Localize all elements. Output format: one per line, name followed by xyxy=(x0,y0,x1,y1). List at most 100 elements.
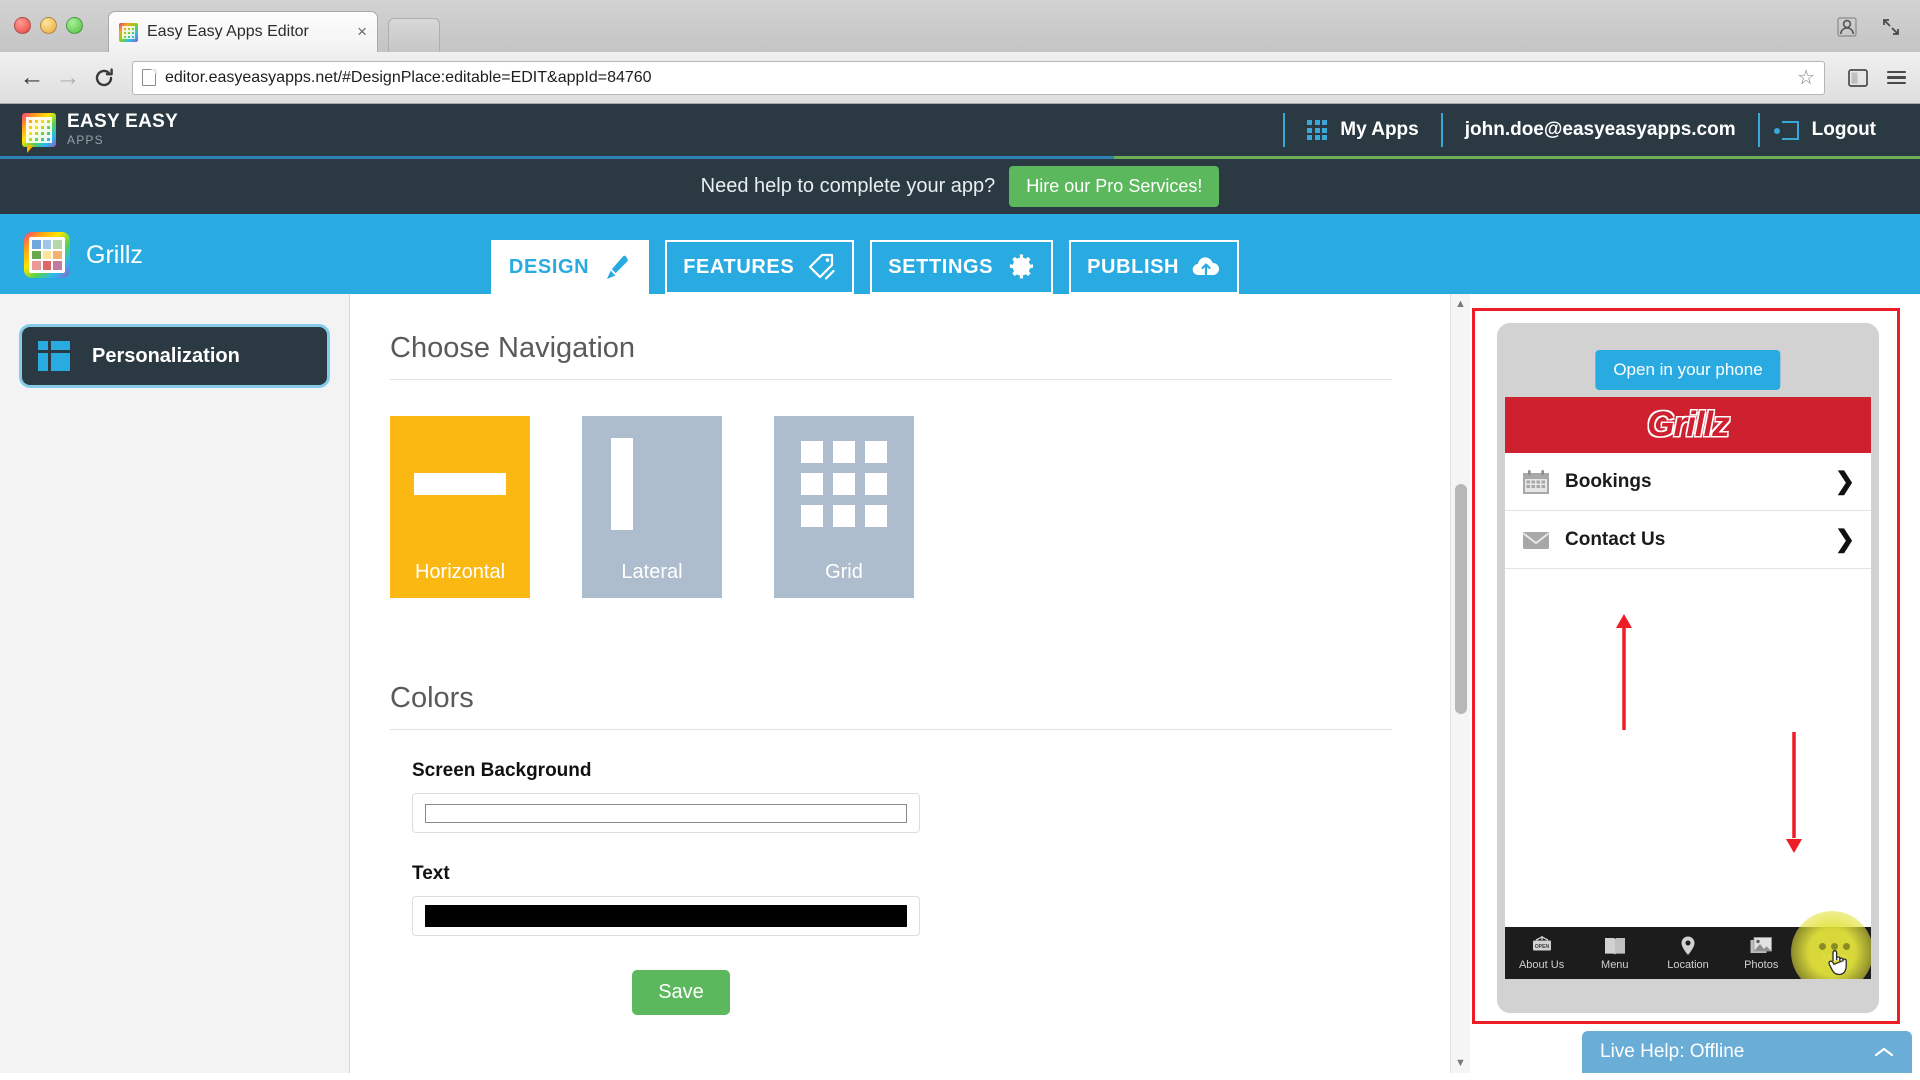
tab-publish[interactable]: PUBLISH xyxy=(1069,240,1239,294)
color-swatch xyxy=(425,804,907,823)
tabbar-label: Menu xyxy=(1601,959,1629,971)
hire-pro-services-button[interactable]: Hire our Pro Services! xyxy=(1009,166,1219,207)
preview-menu-label: Contact Us xyxy=(1565,529,1665,551)
tab-features-label: FEATURES xyxy=(683,256,794,279)
scroll-up-arrow[interactable]: ▲ xyxy=(1451,294,1470,314)
colors-title: Colors xyxy=(390,682,1392,730)
new-tab-button[interactable] xyxy=(388,18,440,52)
choose-navigation-title: Choose Navigation xyxy=(390,332,1392,380)
preview-menu-item-bookings[interactable]: Bookings ❯ xyxy=(1505,453,1871,511)
minimize-window-button[interactable] xyxy=(40,17,57,34)
logout-icon xyxy=(1782,121,1799,140)
app-icon xyxy=(24,232,70,278)
close-window-button[interactable] xyxy=(14,17,31,34)
reload-icon[interactable] xyxy=(86,60,122,96)
url-text: editor.easyeasyapps.net/#DesignPlace:edi… xyxy=(165,69,652,87)
live-help-bar[interactable]: Live Help: Offline xyxy=(1582,1031,1912,1073)
text-color-picker[interactable] xyxy=(412,896,920,936)
phone-mockup: Open in your phone Grillz Bookings xyxy=(1497,323,1879,1013)
tabbar-label: Location xyxy=(1667,959,1709,971)
apps-grid-icon xyxy=(1307,120,1327,140)
annotation-arrow-down xyxy=(1783,730,1805,855)
brush-icon xyxy=(601,252,631,282)
tabbar-label: About Us xyxy=(1519,959,1564,971)
window-traffic-lights xyxy=(14,17,83,34)
layout-icon xyxy=(38,341,70,371)
scroll-down-arrow[interactable]: ▼ xyxy=(1451,1053,1470,1073)
main-content: Choose Navigation Horizontal Lateral Gri… xyxy=(350,294,1470,1073)
tab-settings[interactable]: SETTINGS xyxy=(870,240,1053,294)
preview-tabbar: OPEN About Us Menu xyxy=(1505,927,1871,979)
window-controls xyxy=(1830,12,1908,42)
nav-option-horizontal[interactable]: Horizontal xyxy=(390,416,530,598)
tab-design-label: DESIGN xyxy=(509,256,589,279)
preview-menu-item-contact-us[interactable]: Contact Us ❯ xyxy=(1505,511,1871,569)
screen-background-color-picker[interactable] xyxy=(412,793,920,833)
gear-icon xyxy=(1005,252,1035,282)
map-pin-icon xyxy=(1676,935,1700,957)
chevron-right-icon: ❯ xyxy=(1835,467,1855,496)
tab-features[interactable]: FEATURES xyxy=(665,240,854,294)
tab-design[interactable]: DESIGN xyxy=(491,240,649,294)
browser-menu-icon[interactable] xyxy=(1887,71,1906,85)
logout-button[interactable]: Logout xyxy=(1760,113,1898,147)
text-color-field: Text xyxy=(390,863,1392,936)
tab-settings-label: SETTINGS xyxy=(888,256,993,279)
forward-icon[interactable]: → xyxy=(50,60,86,96)
tabbar-item-menu[interactable]: Menu xyxy=(1578,927,1651,979)
screen-background-field: Screen Background xyxy=(390,760,1392,833)
nav-option-lateral[interactable]: Lateral xyxy=(582,416,722,598)
browser-tab[interactable]: Easy Easy Apps Editor × xyxy=(108,11,378,52)
photo-icon xyxy=(1749,935,1773,957)
save-button[interactable]: Save xyxy=(632,970,730,1015)
tabbar-item-more[interactable]: More xyxy=(1798,927,1871,979)
sidebar-item-personalization[interactable]: Personalization xyxy=(22,327,327,385)
user-email[interactable]: john.doe@easyeasyapps.com xyxy=(1443,113,1758,147)
browser-toolbar: ← → editor.easyeasyapps.net/#DesignPlace… xyxy=(0,52,1920,104)
grid-layout-icon xyxy=(774,416,914,552)
nav-option-label: Lateral xyxy=(621,561,682,598)
nav-option-label: Grid xyxy=(825,561,863,598)
tabbar-item-location[interactable]: Location xyxy=(1651,927,1724,979)
browser-tabstrip: Easy Easy Apps Editor × xyxy=(0,0,1920,52)
content-scrollbar[interactable]: ▲ ▼ xyxy=(1450,294,1470,1073)
cloud-upload-icon xyxy=(1191,252,1221,282)
bookmark-star-icon[interactable]: ☆ xyxy=(1797,65,1815,90)
screen-background-label: Screen Background xyxy=(412,760,1392,782)
tabbar-label: Photos xyxy=(1744,959,1778,971)
preview-highlight-frame: Open in your phone Grillz Bookings xyxy=(1472,308,1900,1024)
easyeasyapps-logo[interactable]: EASY EASY APPS xyxy=(22,112,178,148)
tab-publish-label: PUBLISH xyxy=(1087,256,1179,279)
cursor-pointer-icon xyxy=(1825,947,1849,977)
current-app-chip: Grillz xyxy=(24,232,143,278)
browser-tab-title: Easy Easy Apps Editor xyxy=(147,23,349,41)
brand-line2: APPS xyxy=(67,133,104,147)
logo-icon xyxy=(22,113,56,147)
nav-option-label: Horizontal xyxy=(415,561,505,598)
my-apps-button[interactable]: My Apps xyxy=(1285,113,1440,147)
phone-screen: Grillz Bookings ❯ xyxy=(1505,397,1871,979)
favicon-icon xyxy=(119,23,138,42)
app-navbar: Grillz DESIGN FEATURES SETTINGS PUBLISH xyxy=(0,214,1920,294)
calendar-icon xyxy=(1521,469,1551,495)
horizontal-layout-icon xyxy=(390,416,530,552)
envelope-icon xyxy=(1521,527,1551,553)
open-in-your-phone-button[interactable]: Open in your phone xyxy=(1595,350,1780,390)
address-bar[interactable]: editor.easyeasyapps.net/#DesignPlace:edi… xyxy=(132,61,1825,95)
fullscreen-icon[interactable] xyxy=(1874,12,1908,42)
user-profile-icon[interactable] xyxy=(1830,12,1864,42)
navbar-tabs: DESIGN FEATURES SETTINGS PUBLISH xyxy=(491,240,1239,294)
app-banner: Grillz xyxy=(1505,397,1871,453)
extension-icon[interactable] xyxy=(1841,63,1875,93)
close-icon[interactable]: × xyxy=(357,22,367,42)
back-icon[interactable]: ← xyxy=(14,60,50,96)
maximize-window-button[interactable] xyxy=(66,17,83,34)
tabbar-item-about-us[interactable]: OPEN About Us xyxy=(1505,927,1578,979)
my-apps-label: My Apps xyxy=(1340,119,1418,141)
annotation-arrow-up xyxy=(1613,612,1635,732)
nav-option-grid[interactable]: Grid xyxy=(774,416,914,598)
chevron-right-icon: ❯ xyxy=(1835,525,1855,554)
chevron-up-icon[interactable] xyxy=(1874,1042,1894,1063)
scrollbar-thumb[interactable] xyxy=(1455,484,1467,714)
tabbar-item-photos[interactable]: Photos xyxy=(1725,927,1798,979)
